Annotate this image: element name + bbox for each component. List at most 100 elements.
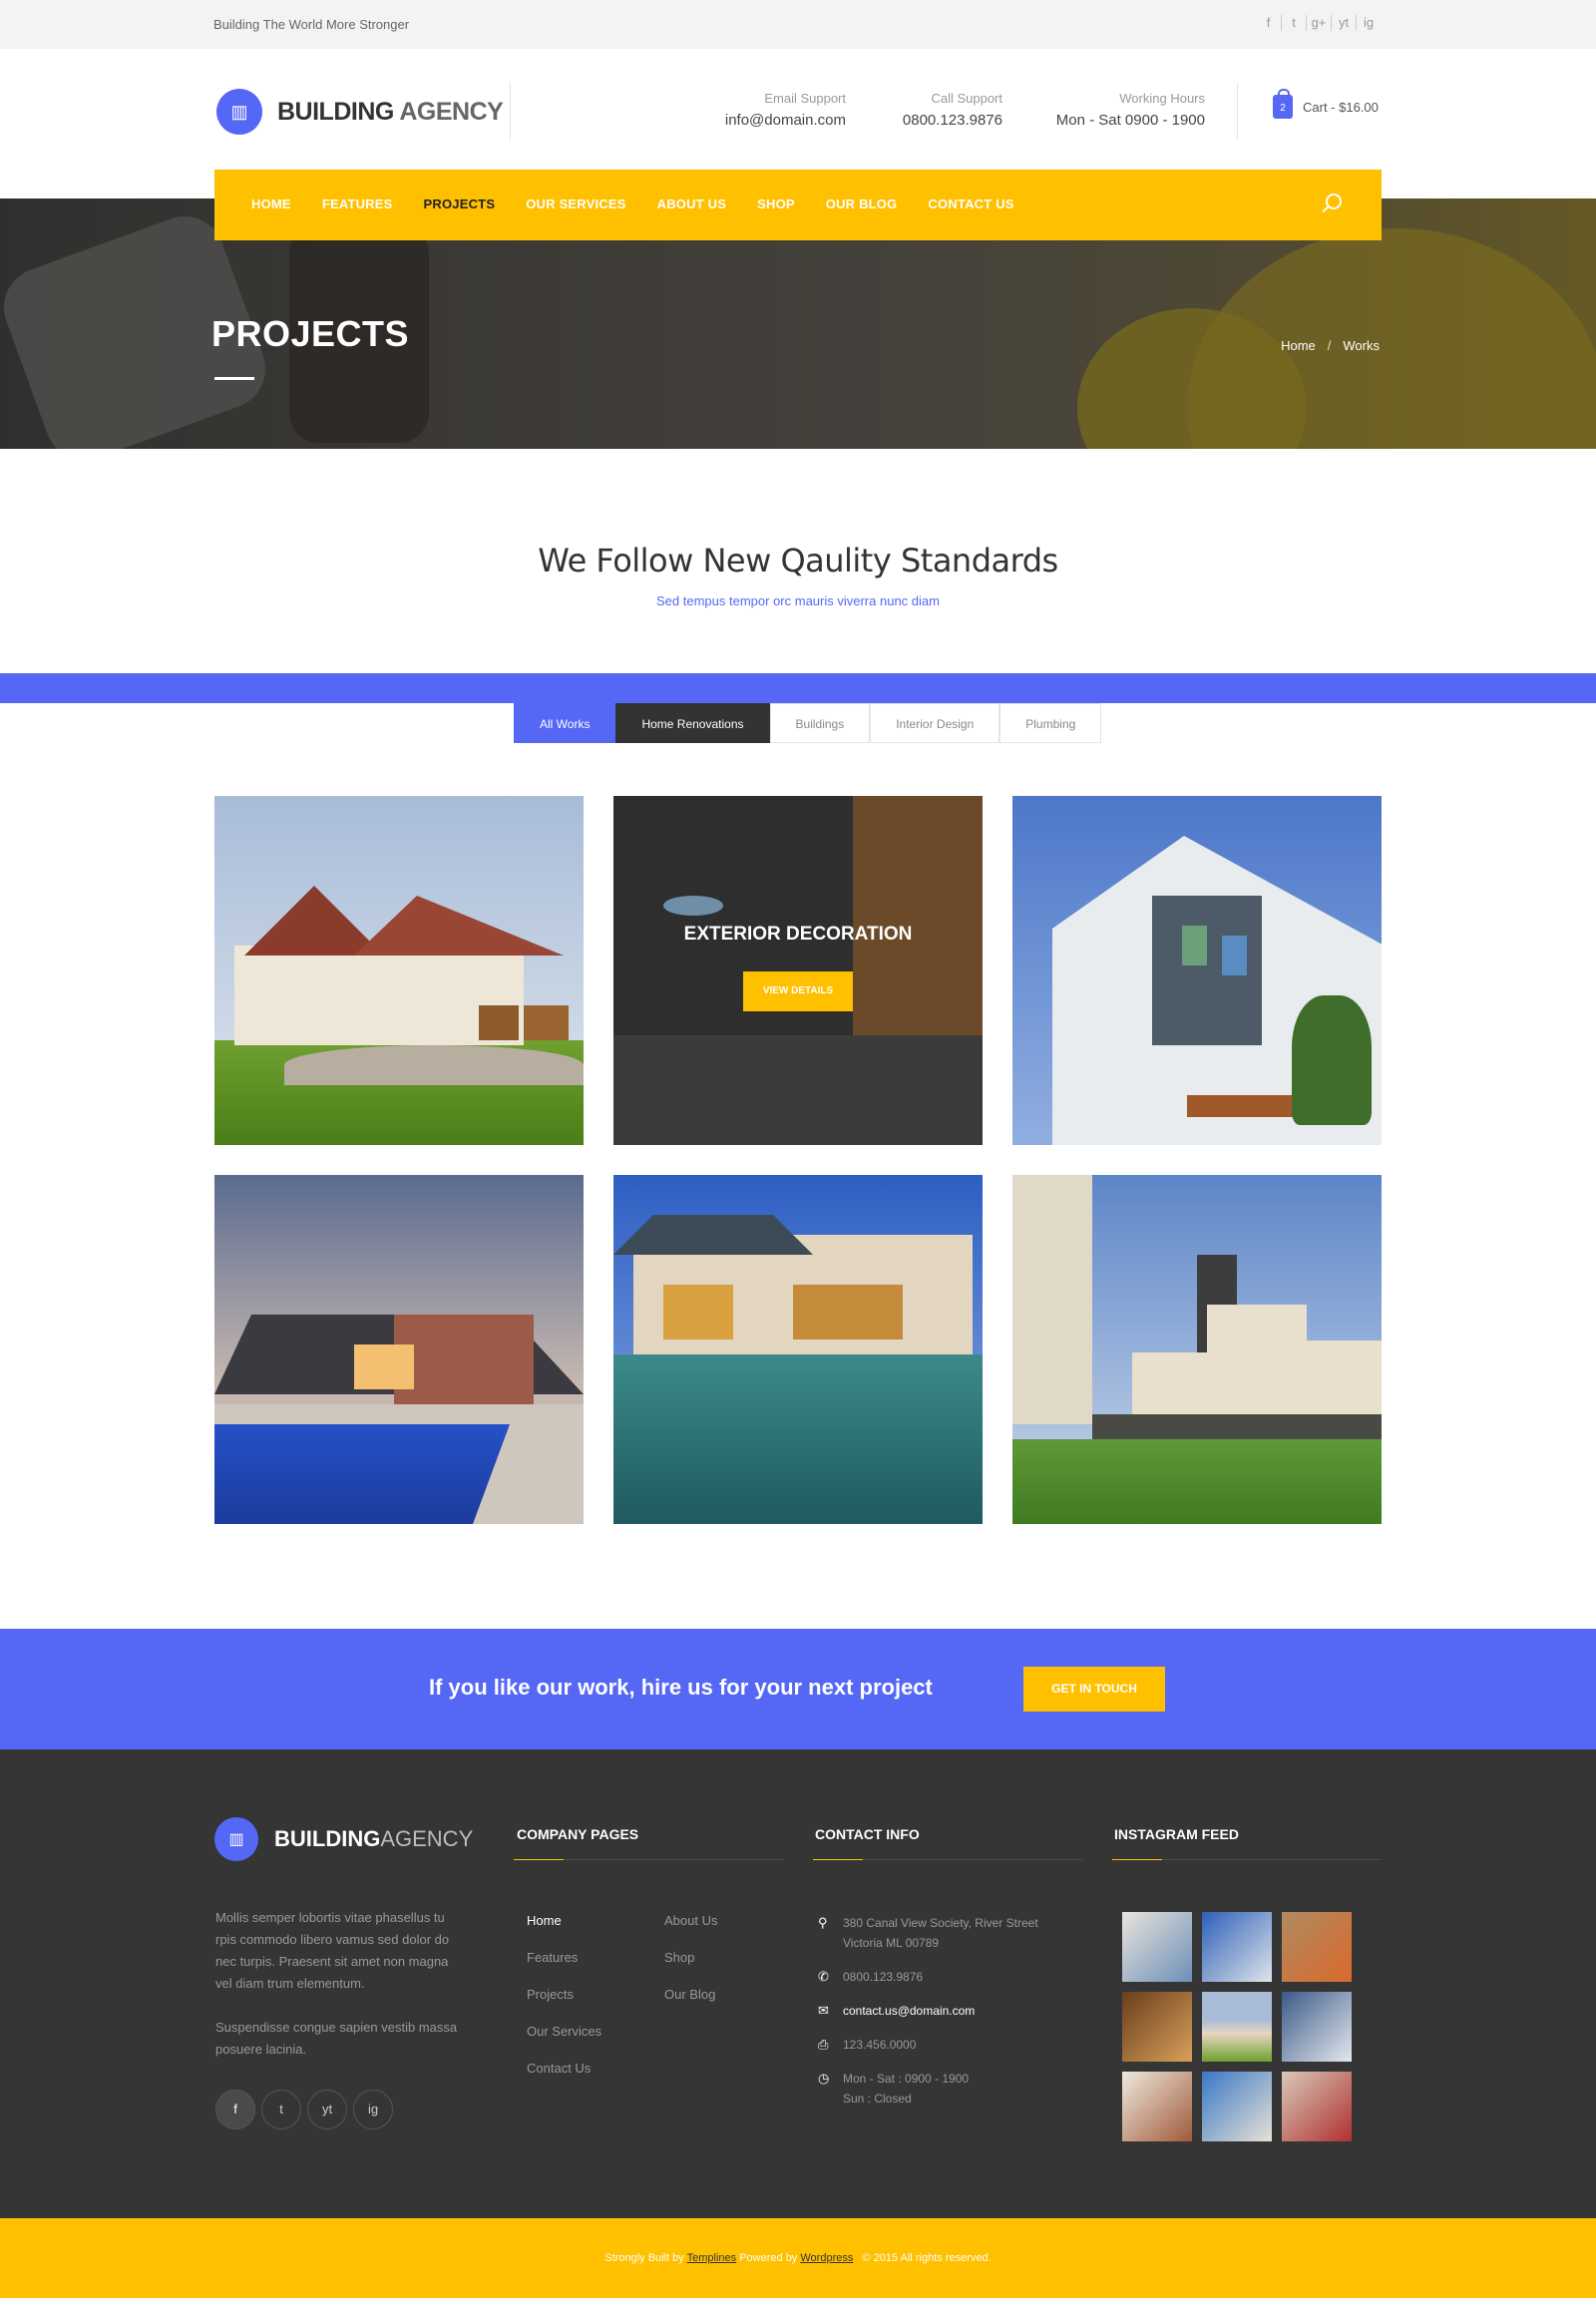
instagram-thumb[interactable] xyxy=(1282,1912,1352,1982)
project-tile[interactable] xyxy=(214,796,584,1145)
hours-line: Mon - Sat : 0900 - 1900 xyxy=(843,2072,970,2086)
nav-about-us[interactable]: ABOUT US xyxy=(657,196,727,211)
breadcrumb-current: Works xyxy=(1343,338,1380,353)
contact-info-title: CONTACT INFO xyxy=(815,1826,920,1842)
nav-features[interactable]: FEATURES xyxy=(322,196,393,211)
filter-all-works[interactable]: All Works xyxy=(514,677,616,743)
instagram-thumb[interactable] xyxy=(1282,1992,1352,2062)
view-details-button[interactable]: VIEW DETAILS xyxy=(743,971,853,1011)
main-nav: HOME FEATURES PROJECTS OUR SERVICES ABOU… xyxy=(214,170,1382,240)
working-hours: Working Hours Mon - Sat 0900 - 1900 xyxy=(1037,91,1205,129)
instagram-thumb[interactable] xyxy=(1202,1912,1272,1982)
building-icon: ▥ xyxy=(216,89,262,135)
project-tile[interactable] xyxy=(1012,796,1382,1145)
youtube-icon[interactable]: yt xyxy=(1331,15,1356,31)
building-terraces xyxy=(1132,1305,1382,1424)
call-support-label: Call Support xyxy=(931,91,1002,106)
instagram-thumb[interactable] xyxy=(1202,1992,1272,2062)
project-tile[interactable] xyxy=(1012,1175,1382,1524)
fax-text: 123.456.0000 xyxy=(843,2038,917,2052)
project-tile[interactable] xyxy=(613,1175,983,1524)
project-tile-hover[interactable]: EXTERIOR DECORATION VIEW DETAILS xyxy=(613,796,983,1145)
page-title: PROJECTS xyxy=(211,313,410,354)
twitter-icon[interactable]: t xyxy=(1281,15,1306,31)
nav-our-blog[interactable]: OUR BLOG xyxy=(826,196,898,211)
call-to-action: If you like our work, hire us for your n… xyxy=(0,1629,1596,1749)
breadcrumb-home[interactable]: Home xyxy=(1281,338,1316,353)
window-lit xyxy=(793,1285,903,1340)
instagram-thumb[interactable] xyxy=(1202,2072,1272,2141)
instagram-feed xyxy=(1122,1912,1352,2141)
project-filters: All Works Home Renovations Buildings Int… xyxy=(514,677,1102,743)
filter-buildings[interactable]: Buildings xyxy=(769,703,871,743)
pool-reflection xyxy=(613,1354,983,1524)
cta-text: If you like our work, hire us for your n… xyxy=(429,1675,933,1700)
twitter-icon[interactable]: t xyxy=(261,2090,301,2129)
nav-contact-us[interactable]: CONTACT US xyxy=(928,196,1013,211)
address-line: 380 Canal View Society, River Street xyxy=(843,1916,1038,1930)
footer-about: Mollis semper lobortis vitae phasellus t… xyxy=(215,1907,465,2061)
filter-interior-design[interactable]: Interior Design xyxy=(870,703,1000,743)
envelope-icon: ✉ xyxy=(818,2003,829,2018)
skylight xyxy=(663,896,723,916)
wordpress-link[interactable]: Wordpress xyxy=(800,2252,853,2264)
email-text[interactable]: contact.us@domain.com xyxy=(843,2001,975,2021)
footer-link-home[interactable]: Home xyxy=(527,1913,601,1950)
logo[interactable]: ▥ BUILDING AGENCY xyxy=(216,89,504,135)
footer-link-about-us[interactable]: About Us xyxy=(664,1913,717,1950)
footer-link-contact-us[interactable]: Contact Us xyxy=(527,2061,601,2098)
top-social-links: f t g+ yt ig xyxy=(1256,15,1381,31)
about-paragraph: Suspendisse congue sapien vestib massa p… xyxy=(215,2020,458,2057)
footer: ▥ BUILDINGAGENCY Mollis semper lobortis … xyxy=(0,1749,1596,2218)
company-pages-col1: Home Features Projects Our Services Cont… xyxy=(527,1913,601,2098)
footer-link-shop[interactable]: Shop xyxy=(664,1950,717,1987)
facebook-icon[interactable]: f xyxy=(1256,15,1281,31)
instagram-thumb[interactable] xyxy=(1122,2072,1192,2141)
footer-link-projects[interactable]: Projects xyxy=(527,1987,601,2024)
contact-hours: ◷ Mon - Sat : 0900 - 1900 Sun : Closed xyxy=(818,2069,1038,2108)
nav-shop[interactable]: SHOP xyxy=(757,196,795,211)
nav-our-services[interactable]: OUR SERVICES xyxy=(526,196,625,211)
get-in-touch-button[interactable]: GET IN TOUCH xyxy=(1023,1667,1165,1712)
facebook-icon[interactable]: f xyxy=(215,2090,255,2129)
lit-patio xyxy=(354,1344,414,1389)
search-icon[interactable] xyxy=(1326,193,1342,209)
phone-text[interactable]: 0800.123.9876 xyxy=(843,1967,923,1987)
footer-social: f t yt ig xyxy=(215,2090,393,2129)
youtube-icon[interactable]: yt xyxy=(307,2090,347,2129)
instagram-icon[interactable]: ig xyxy=(1356,15,1381,31)
instagram-icon[interactable]: ig xyxy=(353,2090,393,2129)
footer-link-features[interactable]: Features xyxy=(527,1950,601,1987)
working-hours-label: Working Hours xyxy=(1119,91,1205,106)
call-support: Call Support 0800.123.9876 xyxy=(878,91,1002,129)
email-support-value[interactable]: info@domain.com xyxy=(698,112,846,129)
filter-stripe xyxy=(0,673,1596,703)
google-plus-icon[interactable]: g+ xyxy=(1306,15,1331,31)
about-paragraph: Mollis semper lobortis vitae phasellus t… xyxy=(215,1910,450,1991)
nav-home[interactable]: HOME xyxy=(251,196,291,211)
address-line: Victoria ML 00789 xyxy=(843,1936,940,1950)
nav-projects[interactable]: PROJECTS xyxy=(424,196,496,211)
divider-accent xyxy=(514,1859,564,1860)
footer-logo[interactable]: ▥ BUILDINGAGENCY xyxy=(214,1817,473,1861)
instagram-thumb[interactable] xyxy=(1122,1912,1192,1982)
call-support-value[interactable]: 0800.123.9876 xyxy=(878,112,1002,129)
instagram-thumb[interactable] xyxy=(1282,2072,1352,2141)
garage-door xyxy=(479,1005,519,1040)
section-title: We Follow New Qaulity Standards xyxy=(538,542,1058,579)
filter-home-renovations[interactable]: Home Renovations xyxy=(615,703,770,743)
instagram-thumb[interactable] xyxy=(1122,1992,1192,2062)
footer-logo-text: BUILDINGAGENCY xyxy=(274,1826,473,1852)
roof xyxy=(244,886,384,956)
project-tile[interactable] xyxy=(214,1175,584,1524)
footer-link-our-services[interactable]: Our Services xyxy=(527,2024,601,2061)
cart-total: Cart - $16.00 xyxy=(1303,99,1379,115)
cart[interactable]: 2 Cart - $16.00 xyxy=(1273,89,1379,119)
footer-link-our-blog[interactable]: Our Blog xyxy=(664,1987,717,2024)
printer-icon: ⎙ xyxy=(818,2037,829,2052)
logo-thin: AGENCY xyxy=(380,1826,474,1851)
building-left xyxy=(1012,1175,1092,1424)
company-pages-col2: About Us Shop Our Blog xyxy=(664,1913,717,2024)
templines-link[interactable]: Templines xyxy=(687,2252,737,2264)
filter-plumbing[interactable]: Plumbing xyxy=(999,703,1102,743)
